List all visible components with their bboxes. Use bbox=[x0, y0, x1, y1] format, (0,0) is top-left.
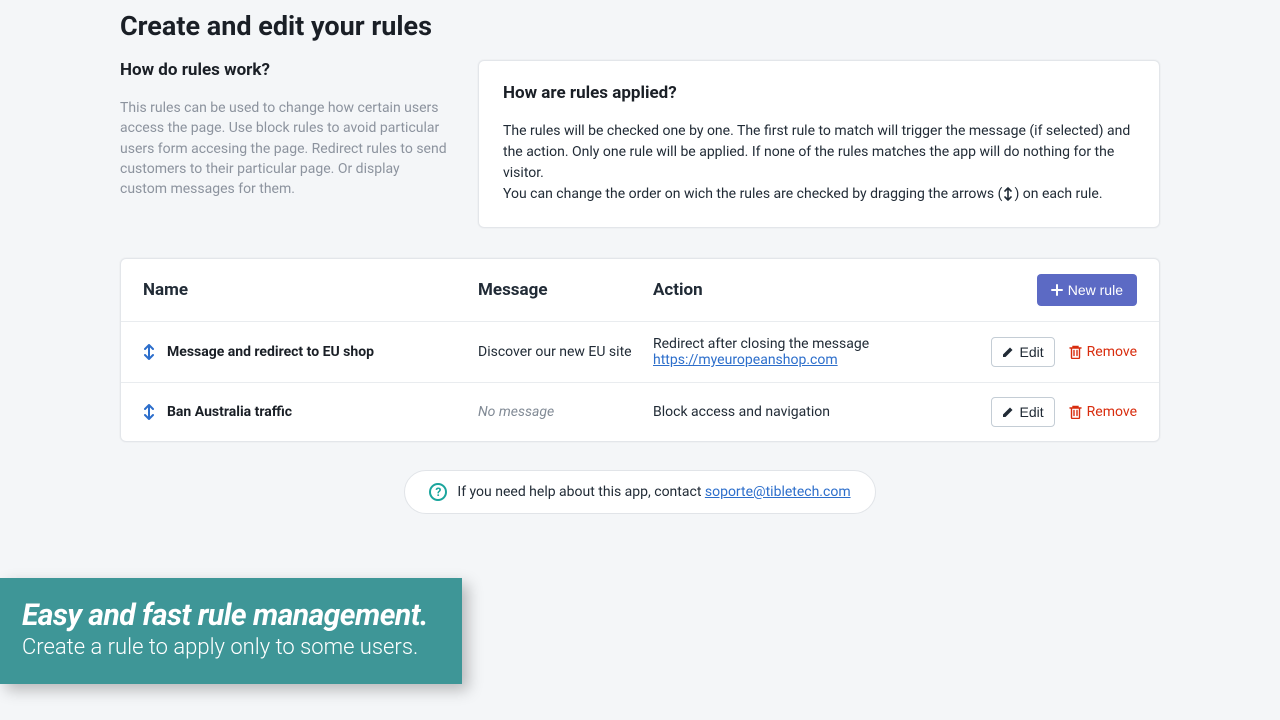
intro-left-heading: How do rules work? bbox=[120, 60, 450, 80]
help-email-link[interactable]: soporte@tibletech.com bbox=[705, 484, 851, 500]
help-pill: ? If you need help about this app, conta… bbox=[404, 470, 875, 514]
rule-action-link[interactable]: https://myeuropeanshop.com bbox=[653, 352, 838, 368]
plus-icon bbox=[1051, 284, 1063, 296]
new-rule-label: New rule bbox=[1068, 282, 1123, 298]
rule-name: Ban Australia traffic bbox=[167, 404, 292, 420]
intro-card-text2-post: ) on each rule. bbox=[1014, 186, 1102, 202]
intro-card-text2: You can change the order on wich the rul… bbox=[503, 184, 1135, 205]
intro-card: How are rules applied? The rules will be… bbox=[478, 60, 1160, 228]
remove-button[interactable]: Remove bbox=[1069, 404, 1137, 420]
banner-subtitle: Create a rule to apply only to some user… bbox=[22, 635, 428, 660]
help-text: If you need help about this app, contact bbox=[457, 484, 704, 500]
rule-message: No message bbox=[478, 404, 554, 420]
intro-card-heading: How are rules applied? bbox=[503, 83, 1135, 103]
edit-button[interactable]: Edit bbox=[991, 397, 1055, 427]
header-action: Action bbox=[653, 280, 1037, 300]
drag-handle-icon[interactable] bbox=[143, 404, 155, 420]
updown-arrow-icon bbox=[1002, 187, 1014, 201]
trash-icon bbox=[1069, 345, 1082, 359]
header-name: Name bbox=[143, 280, 478, 300]
intro-card-text1: The rules will be checked one by one. Th… bbox=[503, 121, 1135, 184]
trash-icon bbox=[1069, 405, 1082, 419]
rule-name: Message and redirect to EU shop bbox=[167, 344, 374, 360]
intro-card-text2-pre: You can change the order on wich the rul… bbox=[503, 186, 1002, 202]
question-icon: ? bbox=[429, 483, 447, 501]
rule-action-text: Block access and navigation bbox=[653, 404, 991, 420]
rule-action-text: Redirect after closing the message bbox=[653, 336, 991, 352]
promo-banner: Easy and fast rule management. Create a … bbox=[0, 578, 462, 684]
rule-message: Discover our new EU site bbox=[478, 344, 653, 360]
remove-label: Remove bbox=[1087, 344, 1137, 360]
page-title: Create and edit your rules bbox=[120, 10, 1160, 42]
edit-button[interactable]: Edit bbox=[991, 337, 1055, 367]
edit-label: Edit bbox=[1020, 404, 1044, 420]
remove-label: Remove bbox=[1087, 404, 1137, 420]
edit-label: Edit bbox=[1020, 344, 1044, 360]
new-rule-button[interactable]: New rule bbox=[1037, 274, 1137, 306]
header-message: Message bbox=[478, 280, 653, 300]
intro-left-text: This rules can be used to change how cer… bbox=[120, 98, 450, 199]
rules-table: Name Message Action New rule Message and… bbox=[120, 258, 1160, 442]
table-row: Message and redirect to EU shop Discover… bbox=[121, 322, 1159, 383]
pencil-icon bbox=[1002, 406, 1014, 418]
drag-handle-icon[interactable] bbox=[143, 344, 155, 360]
banner-title: Easy and fast rule management. bbox=[22, 598, 428, 633]
table-row: Ban Australia traffic No message Block a… bbox=[121, 383, 1159, 441]
pencil-icon bbox=[1002, 346, 1014, 358]
remove-button[interactable]: Remove bbox=[1069, 344, 1137, 360]
